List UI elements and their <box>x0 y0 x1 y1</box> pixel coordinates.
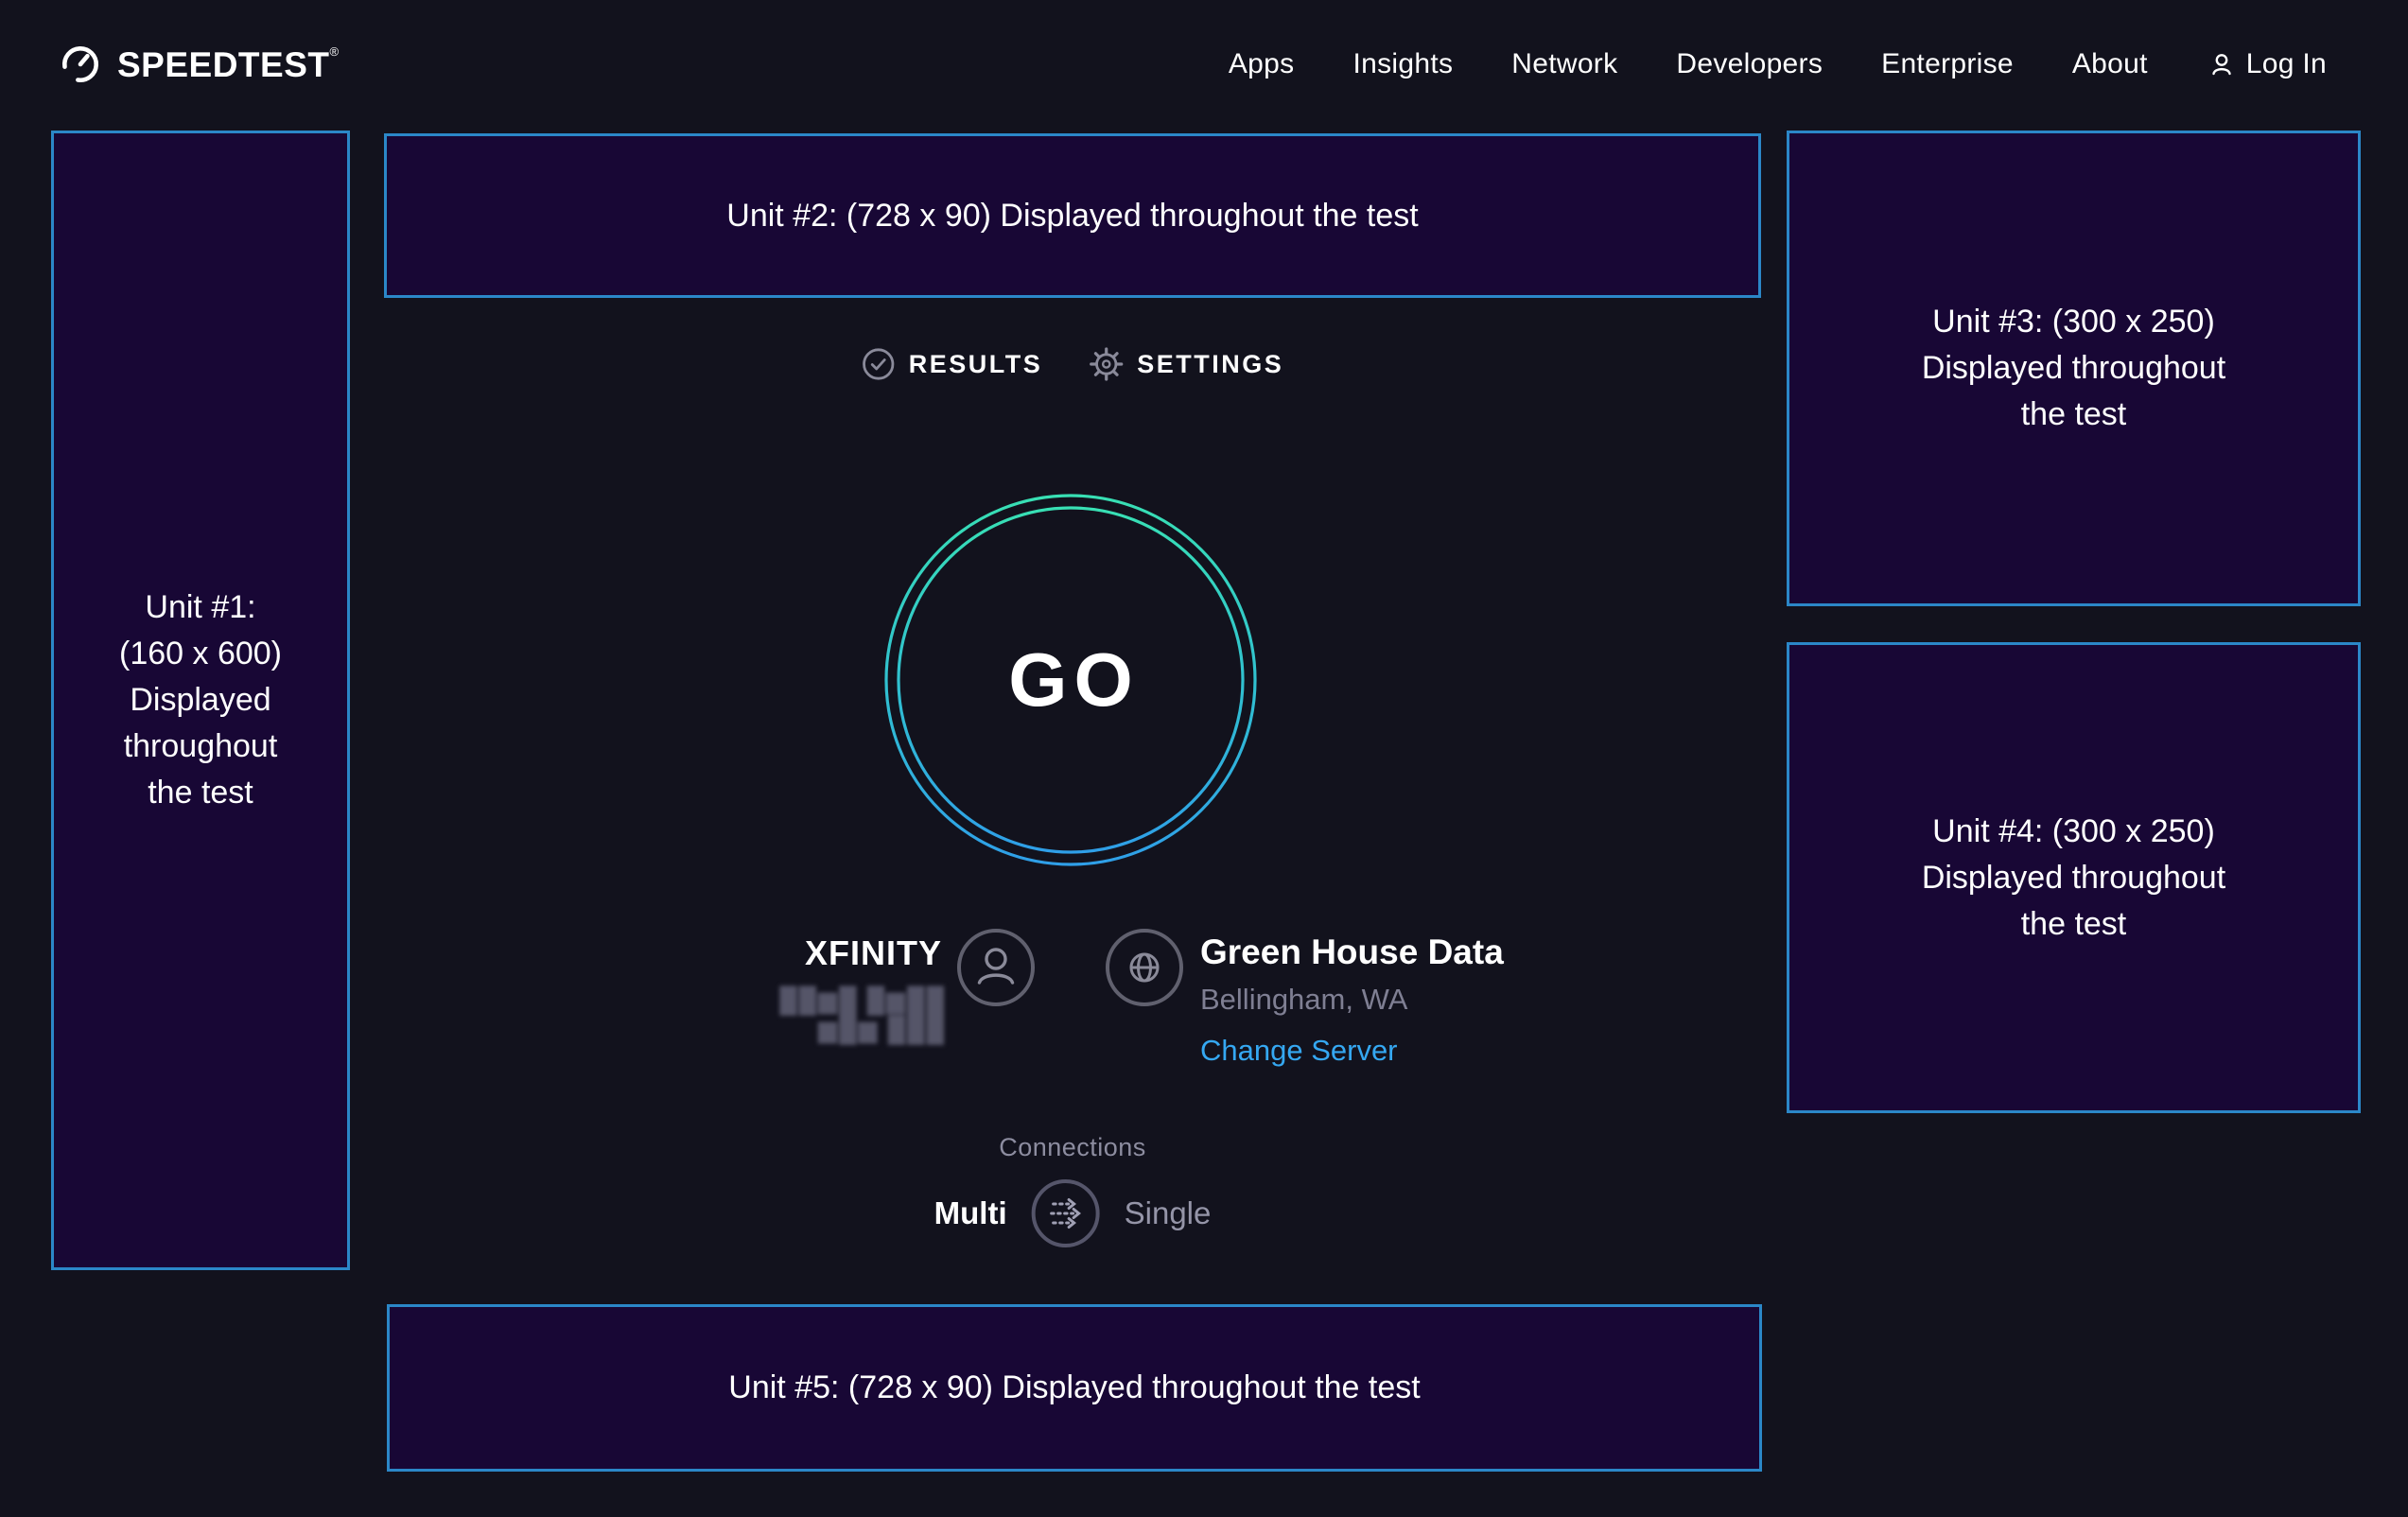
server-location: Bellingham, WA <box>1200 982 1504 1018</box>
nav-item-network[interactable]: Network <box>1511 48 1617 80</box>
settings-label: SETTINGS <box>1137 350 1283 379</box>
ad-unit-2-text: Unit #2: (728 x 90) Displayed throughout… <box>726 193 1418 239</box>
check-circle-icon <box>862 347 896 381</box>
connections-toggle-row: Multi Single <box>934 1177 1212 1249</box>
gauge-icon <box>59 43 102 86</box>
speedtest-page: { "brand": { "name": "SPEEDTEST", "trade… <box>0 0 2408 1517</box>
nav-item-enterprise[interactable]: Enterprise <box>1881 48 2014 80</box>
speedtest-logo[interactable]: SPEEDTEST® <box>59 38 340 91</box>
server-info: Green House Data Bellingham, WA Change S… <box>1200 932 1504 1069</box>
ad-unit-4[interactable]: Unit #4: (300 x 250) Displayed throughou… <box>1787 642 2361 1113</box>
view-tabs: RESULTS SETTINGS <box>862 341 1284 387</box>
connections-multi-option[interactable]: Multi <box>934 1195 1007 1231</box>
top-nav: Apps Insights Network Developers Enterpr… <box>1229 38 2327 91</box>
header: SPEEDTEST® Apps Insights Network Develop… <box>0 0 2408 129</box>
ad-unit-5[interactable]: Unit #5: (728 x 90) Displayed throughout… <box>387 1304 1762 1472</box>
tab-settings[interactable]: SETTINGS <box>1088 346 1283 382</box>
ad-unit-1-text: Unit #1: (160 x 600) Displayed throughou… <box>119 584 282 816</box>
change-server-link[interactable]: Change Server <box>1200 1033 1504 1069</box>
multi-arrows-icon[interactable] <box>1030 1177 1102 1249</box>
gear-icon <box>1088 346 1124 382</box>
nav-item-developers[interactable]: Developers <box>1676 48 1823 80</box>
connections-label: Connections <box>999 1133 1146 1162</box>
globe-circle-icon <box>1105 928 1184 1007</box>
trademark-mark: ® <box>330 44 340 59</box>
nav-item-about[interactable]: About <box>2072 48 2148 80</box>
nav-item-apps[interactable]: Apps <box>1229 48 1295 80</box>
results-label: RESULTS <box>909 350 1043 379</box>
ad-unit-3[interactable]: Unit #3: (300 x 250) Displayed throughou… <box>1787 131 2361 606</box>
person-icon <box>2207 49 2237 79</box>
ad-unit-3-text: Unit #3: (300 x 250) Displayed throughou… <box>1922 299 2225 438</box>
connections-single-option[interactable]: Single <box>1125 1195 1212 1231</box>
ad-unit-4-text: Unit #4: (300 x 250) Displayed throughou… <box>1922 809 2225 948</box>
person-circle-icon <box>956 928 1036 1007</box>
ad-unit-1[interactable]: Unit #1: (160 x 600) Displayed throughou… <box>51 131 350 1270</box>
login-label: Log In <box>2246 48 2327 80</box>
nav-item-insights[interactable]: Insights <box>1352 48 1453 80</box>
ad-unit-2[interactable]: Unit #2: (728 x 90) Displayed throughout… <box>384 133 1761 298</box>
server-name: Green House Data <box>1200 932 1504 973</box>
go-label: GO <box>1002 636 1139 724</box>
logo-text: SPEEDTEST® <box>117 44 340 85</box>
ad-unit-5-text: Unit #5: (728 x 90) Displayed throughout… <box>728 1365 1420 1411</box>
login-button[interactable]: Log In <box>2207 48 2327 80</box>
isp-name: XFINITY <box>605 933 942 973</box>
tab-results[interactable]: RESULTS <box>862 347 1043 381</box>
isp-host-redacted: ██▆█ █▆██ ▆█▆ ███ <box>738 985 946 1044</box>
go-button[interactable]: GO <box>872 481 1269 879</box>
